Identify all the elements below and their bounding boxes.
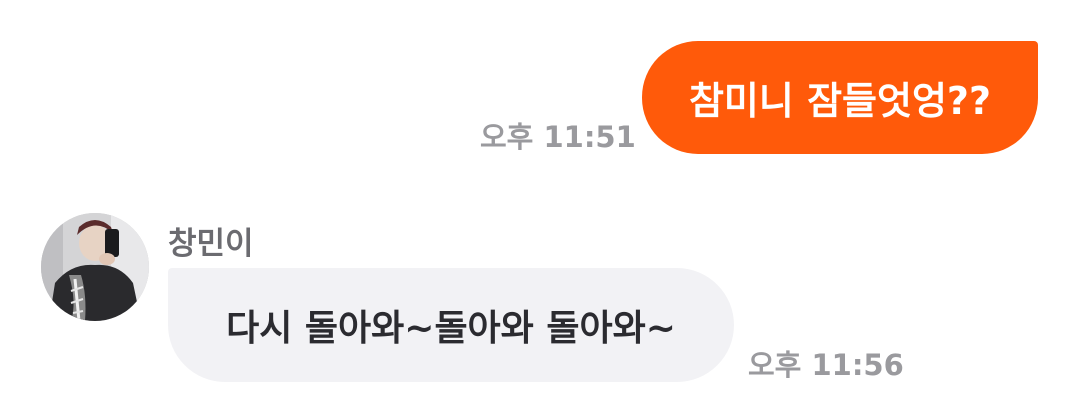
outgoing-message-text: 참미니 잠들엇엉?? xyxy=(688,79,992,123)
outgoing-message-timestamp: 오후 11:51 xyxy=(480,120,636,154)
outgoing-message-bubble[interactable]: 참미니 잠들엇엉?? xyxy=(642,41,1038,154)
incoming-message-timestamp: 오후 11:56 xyxy=(748,348,904,382)
incoming-message-bubble[interactable]: 다시 돌아와~돌아와 돌아와~ xyxy=(168,268,734,382)
sender-name: 창민이 xyxy=(168,226,254,262)
incoming-message-text: 다시 돌아와~돌아와 돌아와~ xyxy=(226,308,676,349)
avatar[interactable] xyxy=(41,213,149,321)
profile-photo-icon xyxy=(41,213,149,321)
